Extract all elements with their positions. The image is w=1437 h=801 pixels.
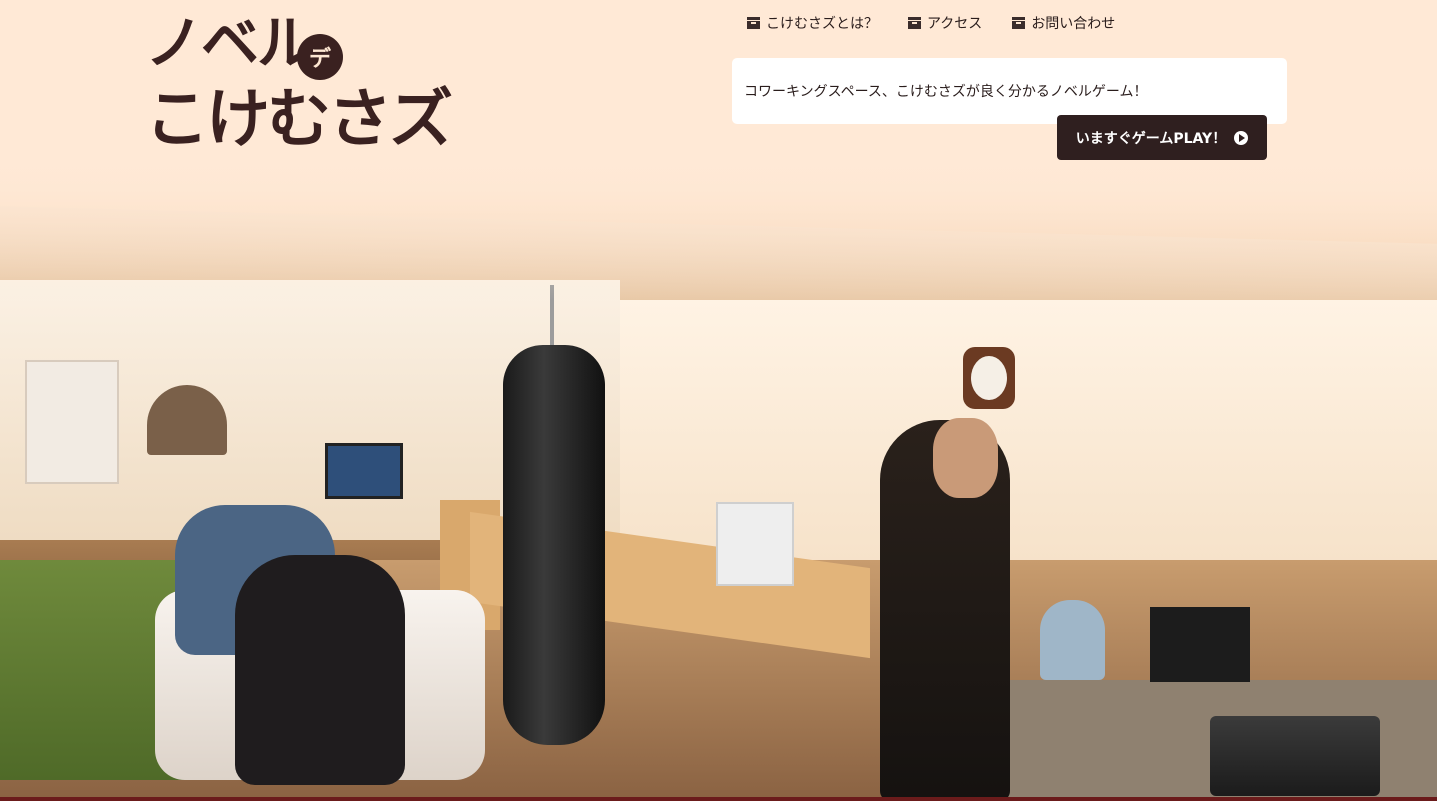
nav-item-label: アクセス	[927, 16, 983, 32]
monitor	[325, 443, 403, 499]
imac	[716, 502, 794, 586]
nav-item-contact[interactable]: お問い合わせ	[1012, 13, 1115, 33]
punching-bag	[503, 345, 605, 745]
logo-text-line2: こけむさズ	[145, 83, 453, 157]
bottom-strip	[0, 797, 1437, 801]
floor-lamp	[147, 385, 227, 455]
description-text: コワーキングスペース、こけむさズが良く分かるノベルゲーム！	[744, 84, 1148, 100]
box-icon	[908, 17, 921, 29]
play-circle-icon	[1234, 130, 1249, 145]
nav-item-about[interactable]: こけむさズとは？	[747, 13, 878, 33]
logo-text-line1: ノベル	[145, 9, 315, 77]
logo-badge: デ	[297, 34, 343, 80]
nav-item-access[interactable]: アクセス	[908, 13, 982, 33]
printer	[1210, 716, 1380, 796]
top-nav: こけむさズとは？ アクセス お問い合わせ	[747, 12, 1115, 34]
monitor	[1150, 607, 1250, 682]
clock-face	[971, 356, 1007, 400]
site-logo[interactable]: ノベル デ こけむさズ	[145, 12, 465, 162]
person-with-laptop	[235, 555, 405, 785]
nav-item-label: こけむさズとは？	[766, 16, 878, 32]
nav-item-label: お問い合わせ	[1031, 16, 1116, 32]
chair	[1040, 600, 1105, 680]
box-icon	[747, 17, 760, 29]
standing-man-head	[933, 418, 998, 498]
play-game-label: いますぐゲームPLAY！	[1075, 130, 1227, 147]
play-game-button[interactable]: いますぐゲームPLAY！	[1057, 115, 1267, 160]
box-icon	[1012, 17, 1026, 29]
door	[25, 360, 119, 484]
